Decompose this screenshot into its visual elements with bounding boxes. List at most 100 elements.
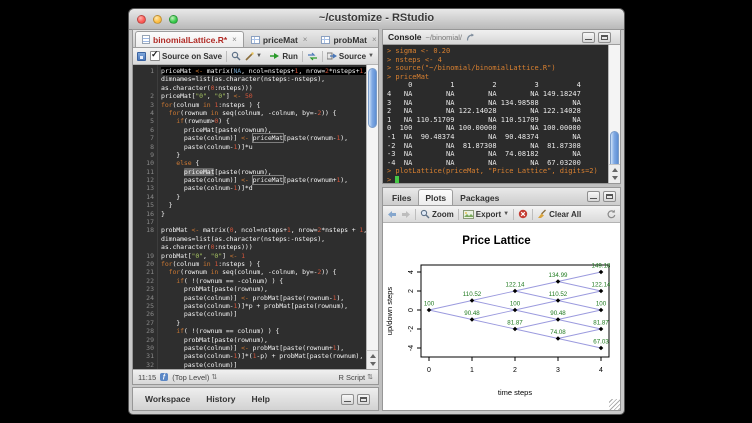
tab-plots[interactable]: Plots xyxy=(418,189,453,205)
svg-text:67.03: 67.03 xyxy=(593,339,609,346)
code-line: paste(colnum)] <- probMat[paste(rownum-1… xyxy=(161,294,366,302)
close-tab-icon[interactable]: × xyxy=(232,35,237,44)
tab-probmat[interactable]: probMat × xyxy=(314,31,379,47)
line-number: 7 xyxy=(133,134,154,142)
svg-text:3: 3 xyxy=(556,367,560,374)
code-line: probMat[paste(rownum), xyxy=(161,285,366,293)
run-button[interactable]: Run xyxy=(270,52,298,61)
image-icon xyxy=(463,210,474,219)
plots-tabbar: Files Plots Packages xyxy=(383,188,620,206)
scrollbar-arrows[interactable] xyxy=(367,350,378,369)
console-pane: Console ~/binomial/ > sigma <- 0.20> nst… xyxy=(382,29,621,184)
code-line: } xyxy=(161,193,366,201)
console-line: > nsteps <- 4 xyxy=(387,56,608,65)
code-line: paste(colnum)] <- priceMat[paste(rownum-… xyxy=(161,134,366,142)
line-number: 19 xyxy=(133,252,154,260)
clear-all-button[interactable]: Clear All xyxy=(537,209,581,219)
close-tab-icon[interactable]: × xyxy=(303,35,308,44)
console-line: 3 NA NA NA 134.98588 NA xyxy=(387,99,608,108)
code-line: } xyxy=(161,151,366,159)
line-number: 5 xyxy=(133,117,154,125)
line-number: 31 xyxy=(133,352,154,360)
line-number: 15 xyxy=(133,201,154,209)
zoom-button[interactable]: Zoom xyxy=(420,209,454,219)
code-line: for(rownum in seq(colnum, -colnum, by=-2… xyxy=(161,109,366,117)
tab-label: probMat xyxy=(333,35,367,45)
line-number: 24 xyxy=(133,294,154,302)
chevron-down-icon: ▼ xyxy=(256,53,262,59)
svg-text:110.52: 110.52 xyxy=(549,291,568,298)
source-button[interactable]: Source ▼ xyxy=(327,52,374,61)
code-tools-button[interactable]: ▼ xyxy=(245,52,262,61)
source-toolbar: Source on Save ▼ Run Source xyxy=(133,48,378,65)
maximize-pane-button[interactable] xyxy=(603,191,616,202)
editor-scrollbar[interactable] xyxy=(366,65,378,369)
code-editor[interactable]: 1234567891011121314151617181920212223242… xyxy=(133,65,378,369)
console-scrollbar[interactable] xyxy=(608,45,620,183)
source-arrow-icon xyxy=(327,52,337,60)
line-number: 17 xyxy=(133,218,154,226)
code-line: as.character(0:nsteps))) xyxy=(161,84,366,92)
line-number: 9 xyxy=(133,151,154,159)
code-line: paste(colnum-1)]*u xyxy=(161,143,366,151)
minimize-pane-button[interactable] xyxy=(587,191,600,202)
window-resize-grip[interactable] xyxy=(609,399,620,410)
source-on-save-checkbox[interactable]: Source on Save xyxy=(150,51,222,61)
run-arrow-icon xyxy=(270,52,280,60)
chevron-down-icon: ▼ xyxy=(503,211,509,217)
svg-text:81.87: 81.87 xyxy=(593,320,609,327)
code-line: probMat[paste(rownum), xyxy=(161,336,366,344)
rerun-icon[interactable] xyxy=(307,52,318,61)
line-number: 26 xyxy=(133,310,154,318)
data-grid-icon xyxy=(251,36,260,44)
titlebar[interactable]: ~/customize - RStudio xyxy=(129,9,624,30)
code-line: paste(colnum)] xyxy=(161,310,366,318)
svg-text:2: 2 xyxy=(408,289,415,293)
scrollbar-arrows[interactable] xyxy=(609,164,620,183)
console-title: Console xyxy=(388,32,422,42)
line-number xyxy=(133,75,154,83)
forward-arrow-icon[interactable] xyxy=(401,210,411,219)
console-body[interactable]: > sigma <- 0.20> nsteps <- 4> source("~/… xyxy=(383,45,620,183)
line-number: 27 xyxy=(133,319,154,327)
svg-text:90.48: 90.48 xyxy=(464,310,480,317)
tab-binomiallattice[interactable]: binomialLattice.R* × xyxy=(135,31,244,47)
console-line: 0 1 2 3 4 xyxy=(387,81,608,90)
minimize-pane-button[interactable] xyxy=(582,32,595,43)
code-line: paste(colnum-1)]*d xyxy=(161,184,366,192)
back-arrow-icon[interactable] xyxy=(387,210,397,219)
code-line: paste(colnum)] <- priceMat[paste(rownum+… xyxy=(161,176,366,184)
r-script-icon xyxy=(142,35,150,44)
close-tab-icon[interactable]: × xyxy=(372,35,377,44)
maximize-pane-button[interactable] xyxy=(357,394,370,405)
tab-workspace[interactable]: Workspace xyxy=(137,394,198,404)
remove-plot-icon[interactable] xyxy=(518,209,528,219)
tab-pricemat[interactable]: priceMat × xyxy=(244,31,315,47)
open-folder-arrow-icon[interactable] xyxy=(466,33,475,42)
code-line: for(colnum in 1:nsteps ) { xyxy=(161,101,366,109)
console-line: -3 NA NA NA 74.08182 NA xyxy=(387,150,608,159)
scope-selector[interactable]: (Top Level) ⇅ xyxy=(172,373,217,382)
stepper-icon: ⇅ xyxy=(367,373,373,381)
search-icon[interactable] xyxy=(231,51,241,61)
broom-icon xyxy=(537,209,547,219)
tab-help[interactable]: Help xyxy=(244,394,278,404)
svg-text:2: 2 xyxy=(513,367,517,374)
line-number xyxy=(133,243,154,251)
svg-text:81.87: 81.87 xyxy=(507,320,523,327)
save-icon[interactable] xyxy=(137,52,146,61)
doc-type-selector[interactable]: R Script ⇅ xyxy=(338,373,373,382)
tab-label: priceMat xyxy=(263,35,298,45)
code-line: else { xyxy=(161,159,366,167)
export-button[interactable]: Export ▼ xyxy=(463,210,509,219)
scrollbar-thumb[interactable] xyxy=(368,68,377,128)
tab-packages[interactable]: Packages xyxy=(453,189,506,205)
tab-history[interactable]: History xyxy=(198,394,243,404)
plot-area: Price Lattice 01234-4-2024time stepsup/d… xyxy=(383,223,620,410)
refresh-icon[interactable] xyxy=(606,209,616,219)
code-line: if( !(rownum == colnum) ) { xyxy=(161,327,366,335)
minimize-pane-button[interactable] xyxy=(341,394,354,405)
tab-files[interactable]: Files xyxy=(385,189,418,205)
maximize-pane-button[interactable] xyxy=(598,32,611,43)
console-line: 1 NA 110.51709 NA 110.51709 NA xyxy=(387,116,608,125)
